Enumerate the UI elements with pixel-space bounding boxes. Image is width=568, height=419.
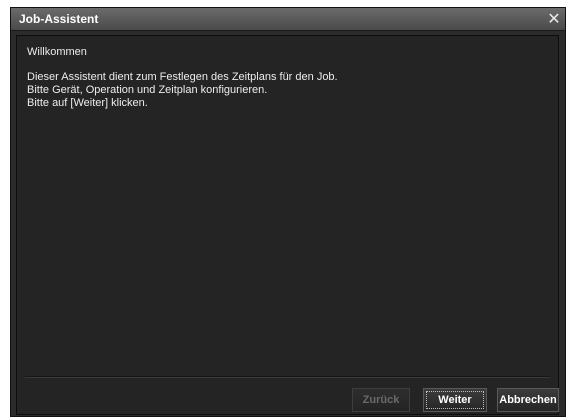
cancel-button[interactable]: Abbrechen — [497, 388, 559, 412]
next-button[interactable]: Weiter — [423, 388, 487, 412]
content-panel: Willkommen Dieser Assistent dient zum Fe… — [16, 35, 559, 415]
instruction-line: Bitte auf [Weiter] klicken. — [27, 97, 148, 109]
dialog-title: Job-Assistent — [19, 12, 99, 26]
divider — [25, 376, 550, 378]
instruction-line: Dieser Assistent dient zum Festlegen des… — [27, 71, 338, 83]
back-button[interactable]: Zurück — [352, 388, 410, 412]
title-bar: Job-Assistent ✕ — [11, 8, 565, 31]
instruction-line: Bitte Gerät, Operation und Zeitplan konf… — [27, 84, 268, 96]
welcome-heading: Willkommen — [27, 46, 87, 58]
close-icon[interactable]: ✕ — [545, 9, 563, 29]
job-assistant-dialog: Job-Assistent ✕ Willkommen Dieser Assist… — [10, 7, 566, 417]
instruction-text: Dieser Assistent dient zum Festlegen des… — [27, 71, 338, 110]
